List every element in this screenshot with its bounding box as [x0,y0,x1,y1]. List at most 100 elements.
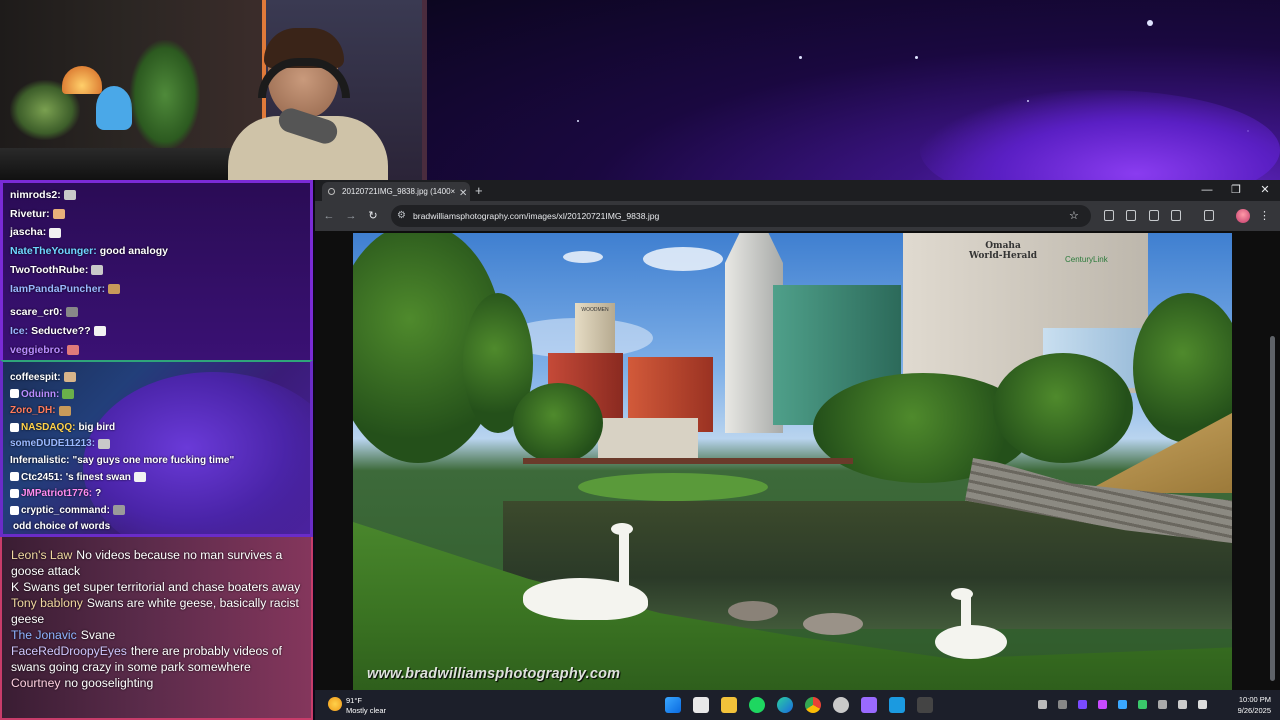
network-icon[interactable] [1178,700,1187,709]
new-tab-button[interactable]: + [475,181,483,200]
chat-username[interactable]: Ice: [10,325,28,337]
emote-icon [65,307,78,318]
chat-username[interactable]: cryptic_command: [21,505,110,516]
chat-username[interactable]: FaceRedDroopyEyes [11,644,127,658]
chat-message: Zoro_DH: [3,403,310,420]
tray-icon[interactable] [1098,700,1107,709]
vertical-scrollbar[interactable] [1270,336,1275,681]
swan-photo: WOODMEN Omaha World-Herald CenturyLink w… [353,233,1232,690]
chat-username[interactable]: scare_cr0: [10,306,63,318]
chat-text: no gooselighting [64,676,154,690]
centurylink-sign: CenturyLink [1065,255,1108,264]
chat-text: Swans get super territorial and chase bo… [23,580,301,594]
chat-message: FaceRedDroopyEyes there are probably vide… [11,643,305,675]
file-explorer-icon[interactable] [721,697,737,713]
close-window-button[interactable]: ✕ [1251,180,1279,201]
chat-username[interactable]: TwoToothRube: [10,264,88,276]
chat-overlay-upper: nimrods2: Rivetur: jascha: NateTheYounger: g… [0,180,313,360]
chat-username[interactable]: Tony bablony [11,596,83,610]
extension-icon[interactable] [1149,210,1159,221]
emote-icon [63,190,76,201]
chat-message: jascha: [3,223,310,242]
chat-username[interactable]: The Jonavic [11,628,77,642]
chat-text: Svane [80,628,116,642]
tray-icon[interactable] [1078,700,1087,709]
edge-icon[interactable] [777,697,793,713]
weather-temp[interactable]: 91°F [346,696,362,705]
chat-username[interactable]: K [11,580,19,594]
low-building [598,418,698,458]
app-icon[interactable] [917,697,933,713]
chat-username[interactable]: nimrods2: [10,189,61,201]
chat-message: JMPatriot1776:? [3,486,310,503]
start-icon[interactable] [665,697,681,713]
steam-icon[interactable] [889,697,905,713]
weather-desc[interactable]: Mostly clear [346,706,386,715]
emote-icon [98,438,111,449]
chat-username[interactable]: Courtney [11,676,60,690]
side-panel-icon[interactable] [1204,210,1214,221]
chat-username[interactable]: Oduinn: [21,389,59,400]
puzzle-icon[interactable] [1171,210,1181,221]
address-bar[interactable]: ⚙ bradwilliamsphotography.com/images/xl/… [391,205,1091,227]
chat-username[interactable]: Zoro_DH: [10,405,56,416]
site-info-icon[interactable]: ⚙ [397,208,406,224]
minimize-button[interactable]: — [1193,180,1221,201]
emote-icon [91,265,104,276]
emote-icon [66,344,79,355]
tray-icon[interactable] [1058,700,1067,709]
tree [1133,293,1232,443]
tree [993,353,1133,463]
reload-button[interactable]: ↻ [365,208,381,224]
chat-message: nimrods2: [3,186,310,205]
chat-username[interactable]: someDUDE11213: [10,438,95,449]
chat-message: IamPandaPuncher: [3,280,310,299]
chat-message: veggiebro: [3,341,310,360]
user-badge-icon [10,505,19,515]
tray-icon[interactable] [1118,700,1127,709]
task-view-icon[interactable] [693,697,709,713]
reading-list-icon[interactable] [1104,210,1114,221]
chat-username[interactable]: Infernalistic: [10,455,69,466]
tab-image[interactable]: 20120721IMG_9838.jpg (1400× ✕ [322,182,470,201]
chat-username[interactable]: Leon's Law [11,548,72,562]
clock-time[interactable]: 10:00 PM [1223,695,1271,704]
forward-button[interactable]: → [343,208,359,224]
obs-icon[interactable] [833,697,849,713]
chat-username[interactable]: IamPandaPuncher: [10,283,105,295]
chat-username[interactable]: NateTheYounger: [10,245,97,257]
chat-username[interactable]: coffeespit: [10,372,61,383]
weather-moon-icon[interactable] [328,697,342,711]
chat-username[interactable]: Rivetur: [10,208,50,220]
chat-username[interactable]: JMPatriot1776: [21,488,92,499]
emote-icon [49,227,62,238]
tray-chevron-icon[interactable] [1038,700,1047,709]
emote-icon [93,326,106,337]
chrome-icon[interactable] [805,697,821,713]
profile-avatar[interactable] [1236,209,1250,223]
tab-strip: 20120721IMG_9838.jpg (1400× ✕ + — ❐ ✕ [315,180,1280,201]
spotify-icon[interactable] [749,697,765,713]
chat-username[interactable]: jascha: [10,226,46,238]
clipboard-icon[interactable] [1126,210,1136,221]
chat-message: Courtney no gooselighting [11,675,305,691]
cloud [643,247,723,271]
volume-icon[interactable] [1198,700,1207,709]
browser-window: 20120721IMG_9838.jpg (1400× ✕ + — ❐ ✕ ← … [315,180,1280,690]
twitch-icon[interactable] [861,697,877,713]
emote-icon [52,208,65,219]
chat-username[interactable]: NASDAQQ: [21,422,75,433]
chat-username[interactable]: Ctc2451: [21,472,63,483]
chat-username[interactable]: veggiebro: [10,344,64,356]
back-button[interactable]: ← [321,208,337,224]
maximize-button[interactable]: ❐ [1222,180,1250,201]
browser-toolbar: ← → ↻ ⚙ bradwilliamsphotography.com/imag… [315,201,1280,231]
chat-message: cryptic_command: [3,503,310,520]
emote-icon [133,471,146,482]
close-tab-icon[interactable]: ✕ [459,184,467,201]
tray-icon[interactable] [1138,700,1147,709]
clock-date[interactable]: 9/26/2025 [1223,706,1271,715]
bookmark-star-icon[interactable]: ☆ [1069,205,1079,227]
more-menu-icon[interactable]: ⋮ [1259,208,1270,224]
wifi-icon[interactable] [1158,700,1167,709]
